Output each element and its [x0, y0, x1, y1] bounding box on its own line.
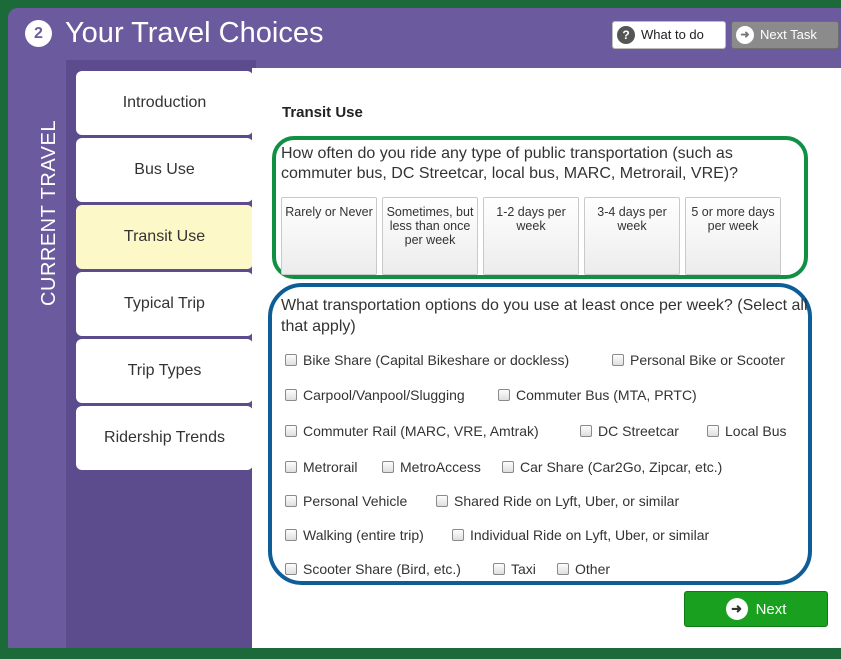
option-label: Other — [575, 561, 611, 577]
checkbox[interactable] — [493, 563, 505, 575]
option-label: Bike Share (Capital Bikeshare or dockles… — [303, 352, 570, 368]
next-task-button[interactable]: ➜ Next Task — [731, 21, 839, 49]
option-individual-ride[interactable]: Individual Ride on Lyft, Uber, or simila… — [452, 527, 709, 543]
app-window: 2 Your Travel Choices ? What to do ➜ Nex… — [8, 8, 841, 659]
option-label: DC Streetcar — [598, 423, 679, 439]
checkbox[interactable] — [452, 529, 464, 541]
question-2-text: What transportation options do you use a… — [281, 297, 808, 335]
option-label: Car Share (Car2Go, Zipcar, etc.) — [520, 459, 723, 475]
arrow-right-icon: ➜ — [725, 598, 748, 620]
option-walking[interactable]: Walking (entire trip) — [285, 527, 424, 543]
option-commuter-bus[interactable]: Commuter Bus (MTA, PRTC) — [498, 387, 697, 403]
section-side-tab: CURRENT TRAVEL — [8, 60, 60, 659]
option-label: Scooter Share (Bird, etc.) — [303, 561, 461, 577]
frequency-option-sometimes[interactable]: Sometimes, but less than once per week — [382, 197, 478, 275]
option-label: Carpool/Vanpool/Slugging — [303, 387, 465, 403]
nav-item-introduction[interactable]: Introduction — [76, 71, 253, 135]
option-label: Personal Vehicle — [303, 493, 408, 509]
option-label: Walking (entire trip) — [303, 527, 424, 543]
option-personal-bike[interactable]: Personal Bike or Scooter — [612, 352, 785, 368]
option-dc-streetcar[interactable]: DC Streetcar — [580, 423, 679, 439]
option-label: MetroAccess — [400, 459, 481, 475]
checkbox[interactable] — [580, 425, 592, 437]
page-title: Your Travel Choices — [65, 17, 324, 49]
question-icon: ? — [617, 26, 635, 44]
checkbox[interactable] — [382, 461, 394, 473]
option-shared-ride[interactable]: Shared Ride on Lyft, Uber, or similar — [436, 493, 679, 509]
checkbox[interactable] — [285, 425, 297, 437]
checkbox[interactable] — [436, 495, 448, 507]
checkbox[interactable] — [285, 461, 297, 473]
main-content: Transit Use How often do you ride any ty… — [252, 68, 841, 659]
option-label: Shared Ride on Lyft, Uber, or similar — [454, 493, 680, 509]
option-car-share[interactable]: Car Share (Car2Go, Zipcar, etc.) — [502, 459, 722, 475]
option-other[interactable]: Other — [557, 561, 610, 577]
checkbox[interactable] — [557, 563, 569, 575]
option-personal-vehicle[interactable]: Personal Vehicle — [285, 493, 407, 509]
header-bar: 2 Your Travel Choices ? What to do ➜ Nex… — [8, 8, 841, 60]
nav-item-ridership-trends[interactable]: Ridership Trends — [76, 406, 253, 470]
section-side-text: CURRENT TRAVEL — [38, 120, 60, 306]
checkbox[interactable] — [285, 563, 297, 575]
option-label: Individual Ride on Lyft, Uber, or simila… — [470, 527, 710, 543]
step-navigation: Introduction Bus Use Transit Use Typical… — [66, 60, 261, 659]
what-to-do-label: What to do — [641, 27, 704, 42]
nav-item-trip-types[interactable]: Trip Types — [76, 339, 253, 403]
nav-item-bus-use[interactable]: Bus Use — [76, 138, 253, 202]
checkbox[interactable] — [502, 461, 514, 473]
option-local-bus[interactable]: Local Bus — [707, 423, 786, 439]
frequency-option-5-plus-days[interactable]: 5 or more days per week — [685, 197, 781, 275]
option-label: Commuter Rail (MARC, VRE, Amtrak) — [303, 423, 539, 439]
section-title: Transit Use — [282, 104, 363, 121]
option-carpool[interactable]: Carpool/Vanpool/Slugging — [285, 387, 465, 403]
what-to-do-button[interactable]: ? What to do — [612, 21, 726, 49]
checkbox[interactable] — [285, 529, 297, 541]
option-scooter-share[interactable]: Scooter Share (Bird, etc.) — [285, 561, 461, 577]
checkbox[interactable] — [498, 389, 510, 401]
option-label: Taxi — [511, 561, 536, 577]
nav-item-typical-trip[interactable]: Typical Trip — [76, 272, 253, 336]
question-1-text: How often do you ride any type of public… — [281, 145, 739, 182]
option-bike-share[interactable]: Bike Share (Capital Bikeshare or dockles… — [285, 352, 569, 368]
footer-bar — [0, 648, 841, 659]
checkbox[interactable] — [707, 425, 719, 437]
next-button-label: Next — [755, 600, 787, 618]
arrow-right-icon: ➜ — [736, 26, 754, 44]
checkbox[interactable] — [285, 389, 297, 401]
option-commuter-rail[interactable]: Commuter Rail (MARC, VRE, Amtrak) — [285, 423, 539, 439]
next-task-label: Next Task — [760, 27, 817, 42]
frequency-option-1-2-days[interactable]: 1-2 days per week — [483, 197, 579, 275]
checkbox[interactable] — [285, 354, 297, 366]
next-button[interactable]: ➜ Next — [684, 591, 828, 627]
checkbox[interactable] — [285, 495, 297, 507]
option-metrorail[interactable]: Metrorail — [285, 459, 357, 475]
option-label: Metrorail — [303, 459, 358, 475]
checkbox[interactable] — [612, 354, 624, 366]
option-label: Commuter Bus (MTA, PRTC) — [516, 387, 697, 403]
option-label: Local Bus — [725, 423, 787, 439]
frequency-option-rarely[interactable]: Rarely or Never — [281, 197, 377, 275]
nav-item-transit-use[interactable]: Transit Use — [76, 205, 253, 269]
frequency-option-3-4-days[interactable]: 3-4 days per week — [584, 197, 680, 275]
option-metroaccess[interactable]: MetroAccess — [382, 459, 481, 475]
option-label: Personal Bike or Scooter — [630, 352, 785, 368]
option-taxi[interactable]: Taxi — [493, 561, 536, 577]
